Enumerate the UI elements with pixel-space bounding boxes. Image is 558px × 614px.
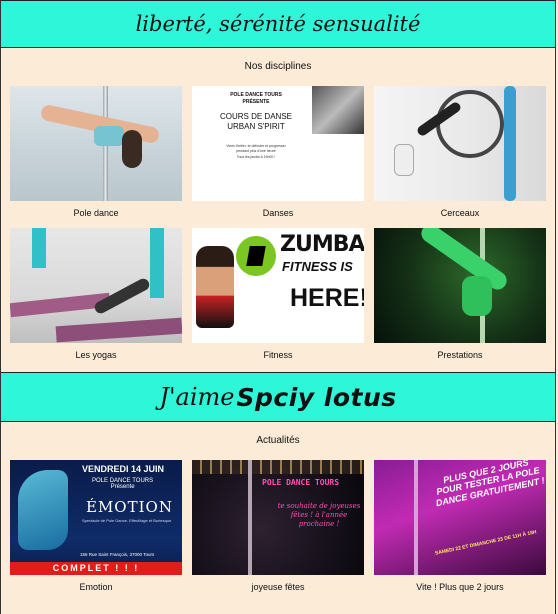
lights-decoration — [192, 460, 364, 474]
yogas-image[interactable] — [10, 228, 182, 343]
cerceaux-image[interactable] — [374, 86, 546, 201]
danse-poster-text: Viens t'initier, te défouler et progress… — [226, 144, 286, 159]
news-caption[interactable]: Vite ! Plus que 2 jours — [374, 575, 546, 602]
danse-poster-photo — [312, 86, 364, 134]
actualites-heading: Actualités — [256, 435, 300, 446]
fetes-image[interactable]: POLE DANCE TOURS te souhaite de joyeuses… — [192, 460, 364, 575]
discipline-caption[interactable]: Danses — [192, 201, 364, 228]
brand-script: J'aime — [159, 383, 235, 411]
emotion-image[interactable]: VENDREDI 14 JUIN POLE DANCE TOURS Présen… — [10, 460, 182, 575]
news-caption[interactable]: Emotion — [10, 575, 182, 602]
danses-image[interactable]: POLE DANCE TOURS PRÉSENTE COURS DE DANSE… — [192, 86, 364, 201]
pole-dance-image[interactable] — [10, 86, 182, 201]
disciplines-heading: Nos disciplines — [244, 61, 312, 72]
brand-banner: J'aime Spciy lotus — [1, 372, 555, 422]
emotion-address: 155 Rue Saint François, 37000 Tours — [80, 552, 155, 557]
vite-text: PLUS QUE 2 JOURS POUR TESTER LA POLE DAN… — [434, 460, 546, 508]
actualites-grid: VENDREDI 14 JUIN POLE DANCE TOURS Présen… — [1, 460, 555, 602]
emotion-org: POLE DANCE TOURS Présente — [92, 478, 154, 490]
silk-shape — [504, 86, 516, 201]
news-card-vite[interactable]: PLUS QUE 2 JOURS POUR TESTER LA POLE DAN… — [374, 460, 546, 602]
discipline-card-danses[interactable]: POLE DANCE TOURS PRÉSENTE COURS DE DANSE… — [192, 86, 364, 228]
discipline-caption[interactable]: Fitness — [192, 343, 364, 372]
emotion-sub: Spectacle de Pole Dance, Effeuillage et … — [82, 518, 172, 523]
prestations-image[interactable] — [374, 228, 546, 343]
brand-name: Spciy lotus — [236, 382, 397, 412]
acrobat-torso-shape — [394, 144, 414, 176]
top-banner: liberté, sérénité sensualité — [1, 0, 555, 48]
emotion-date: VENDREDI 14 JUIN — [82, 464, 165, 474]
disciplines-grid: Pole dance POLE DANCE TOURS PRÉSENTE COU… — [1, 86, 555, 372]
zumba-word: ZUMBA — [280, 232, 364, 257]
emotion-title: ÉMOTION — [86, 498, 173, 516]
discipline-caption[interactable]: Prestations — [374, 343, 546, 372]
news-card-fetes[interactable]: POLE DANCE TOURS te souhaite de joyeuses… — [192, 460, 364, 602]
news-card-emotion[interactable]: VENDREDI 14 JUIN POLE DANCE TOURS Présen… — [10, 460, 182, 602]
discipline-card-pole-dance[interactable]: Pole dance — [10, 86, 182, 228]
performer-shape — [462, 276, 492, 316]
dancer-top-shape — [94, 126, 124, 146]
fitness-image[interactable]: ZUMBA FITNESS IS HERE! — [192, 228, 364, 343]
pole-shape — [248, 460, 252, 575]
silk-shape — [150, 228, 164, 298]
page: liberté, sérénité sensualité Nos discipl… — [0, 0, 556, 614]
vite-image[interactable]: PLUS QUE 2 JOURS POUR TESTER LA POLE DAN… — [374, 460, 546, 575]
discipline-caption[interactable]: Pole dance — [10, 201, 182, 228]
zumba-dancer-shape — [196, 246, 234, 328]
fetes-title: POLE DANCE TOURS — [262, 478, 340, 487]
discipline-card-prestations[interactable]: Prestations — [374, 228, 546, 372]
zumba-fitness: FITNESS IS — [282, 259, 353, 274]
discipline-card-cerceaux[interactable]: Cerceaux — [374, 86, 546, 228]
complet-banner: COMPLET ! ! ! — [10, 562, 182, 575]
zumba-here: HERE! — [290, 284, 364, 312]
pole-shape — [414, 460, 418, 575]
silk-shape — [32, 228, 46, 268]
hoop-shape — [436, 90, 504, 158]
discipline-caption[interactable]: Les yogas — [10, 343, 182, 372]
yoga-mat-shape — [55, 317, 182, 343]
dancer-hair-shape — [122, 130, 142, 168]
discipline-caption[interactable]: Cerceaux — [374, 201, 546, 228]
news-caption[interactable]: joyeuse fêtes — [192, 575, 364, 602]
danse-poster-title: COURS DE DANSE URBAN S'PIRIT — [219, 112, 292, 131]
fetes-wish: te souhaite de joyeuses fêtes ! à l'anné… — [277, 502, 361, 529]
discipline-card-yogas[interactable]: Les yogas — [10, 228, 182, 372]
vite-dates: SAMEDI 22 ET DIMANCHE 23 DE 11H À 18H — [434, 529, 538, 557]
discipline-card-fitness[interactable]: ZUMBA FITNESS IS HERE! Fitness — [192, 228, 364, 372]
banner-title: liberté, sérénité sensualité — [135, 12, 421, 36]
danse-poster-header: POLE DANCE TOURS PRÉSENTE — [230, 92, 282, 105]
dancer-shape — [18, 470, 68, 550]
